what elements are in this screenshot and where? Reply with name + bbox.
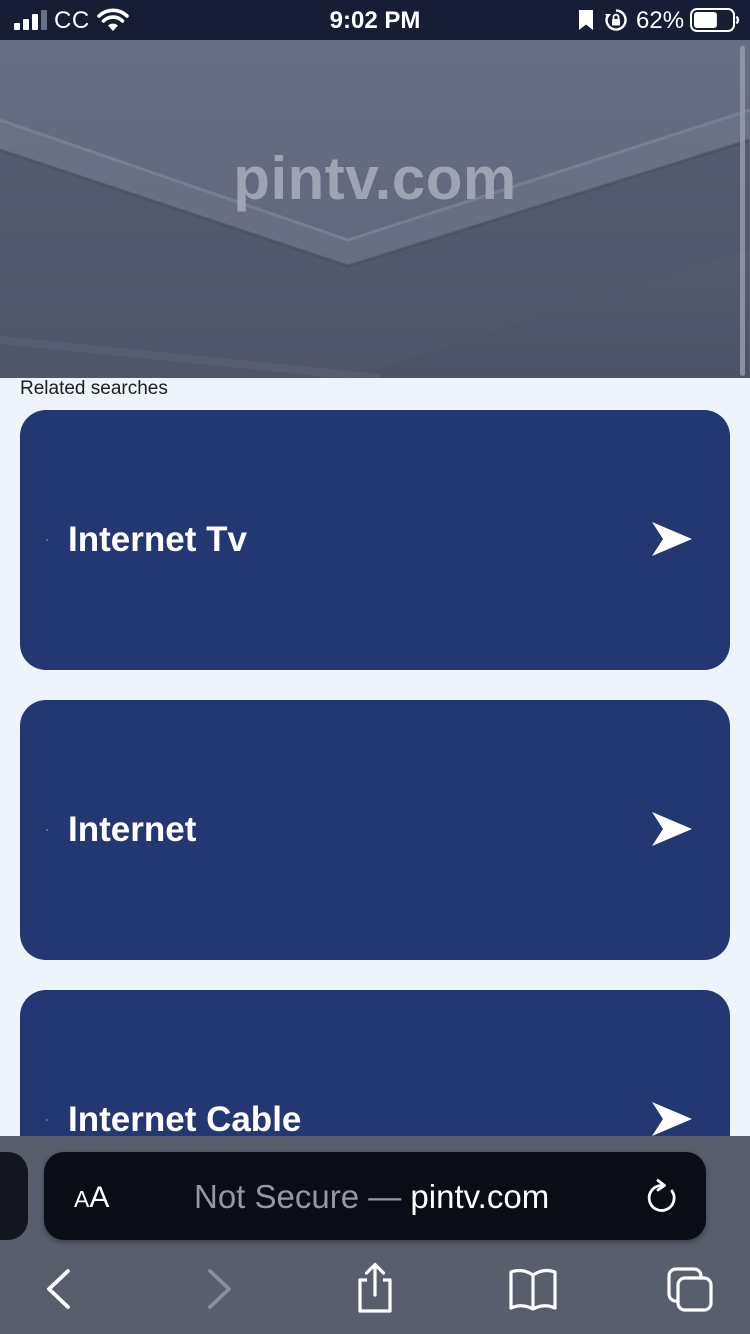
battery-icon	[690, 8, 740, 32]
url-host: pintv.com	[410, 1178, 550, 1215]
arrow-right-icon	[652, 812, 692, 846]
text-size-button[interactable]: AA	[74, 1180, 122, 1216]
orientation-lock-icon	[605, 9, 627, 31]
related-search-internet[interactable]: Internet	[20, 700, 730, 960]
previous-tab-preview[interactable]	[0, 1152, 28, 1240]
site-title: pintv.com	[233, 145, 517, 212]
related-search-label: Internet	[68, 810, 197, 849]
arrow-right-icon	[652, 522, 692, 556]
bookmark-icon	[579, 10, 593, 30]
status-bar: CC 9:02 PM 62%	[0, 0, 750, 40]
url-field[interactable]: Not Secure — pintv.com	[194, 1177, 614, 1217]
bookmarks-icon[interactable]	[508, 1266, 558, 1312]
related-search-internet-tv[interactable]: Internet Tv	[20, 410, 730, 670]
bullet-dot	[46, 1119, 48, 1121]
bullet-dot	[46, 539, 48, 541]
related-search-label: Internet Cable	[68, 1100, 302, 1139]
reload-icon[interactable]	[645, 1179, 679, 1215]
back-icon[interactable]	[44, 1266, 72, 1312]
security-warning: Not Secure —	[194, 1178, 402, 1215]
hero-banner: pintv.com	[0, 40, 750, 378]
related-searches-heading: Related searches	[20, 378, 168, 399]
bullet-dot	[46, 829, 48, 831]
browser-toolbar: AA Not Secure — pintv.com	[0, 1136, 750, 1334]
address-bar[interactable]: AA Not Secure — pintv.com	[44, 1152, 706, 1240]
share-icon[interactable]	[355, 1262, 395, 1314]
arrow-right-icon	[652, 1102, 692, 1136]
tabs-icon[interactable]	[666, 1266, 714, 1312]
forward-icon[interactable]	[206, 1266, 234, 1312]
scroll-indicator[interactable]	[740, 46, 745, 376]
related-search-label: Internet Tv	[68, 520, 247, 559]
battery-percentage: 62%	[636, 7, 685, 34]
